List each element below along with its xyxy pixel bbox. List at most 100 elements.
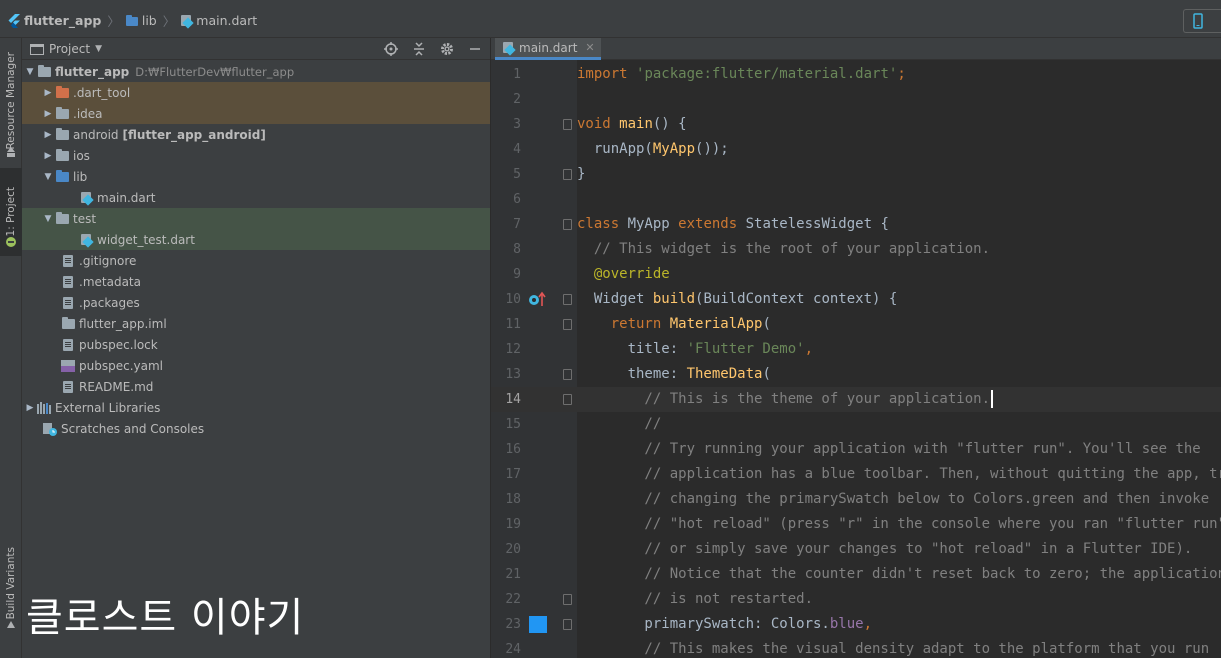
tree-item-gitignore[interactable]: .gitignore: [22, 250, 490, 271]
project-view-selector[interactable]: Project ▼: [30, 42, 102, 56]
code-text: // application has a blue toolbar. Then,…: [577, 462, 1221, 487]
module-file-icon: [60, 316, 76, 331]
tree-item-widget-test[interactable]: widget_test.dart: [22, 229, 490, 250]
tree-item-root[interactable]: ▼ flutter_app D:₩FlutterDev₩flutter_app: [22, 61, 490, 82]
code-text: //: [577, 412, 661, 437]
collapsed-arrow-icon[interactable]: ▶: [42, 109, 54, 119]
code-line[interactable]: 18 // changing the primarySwatch below t…: [491, 487, 1221, 512]
code-token: StatelessWidget {: [745, 216, 889, 232]
line-number: 13: [505, 367, 521, 382]
fold-marker-icon[interactable]: [563, 219, 572, 230]
tree-item-packages[interactable]: .packages: [22, 292, 490, 313]
project-toolbar: Project ▼: [22, 38, 490, 60]
fold-marker-icon[interactable]: [563, 169, 572, 180]
breadcrumb-file[interactable]: main.dart: [181, 13, 257, 29]
tree-item-iml[interactable]: flutter_app.iml: [22, 313, 490, 334]
code-line[interactable]: 15 //: [491, 412, 1221, 437]
code-token: build: [652, 291, 696, 307]
fold-marker-icon[interactable]: [563, 319, 572, 330]
tree-item-scratches[interactable]: Scratches and Consoles: [22, 418, 490, 439]
gear-icon[interactable]: [438, 40, 456, 58]
test-folder-icon: [54, 211, 70, 226]
fold-marker-icon[interactable]: [563, 394, 572, 405]
close-icon[interactable]: ✕: [585, 41, 594, 54]
code-line[interactable]: 7 class MyApp extends StatelessWidget {: [491, 212, 1221, 237]
override-marker-icon[interactable]: [528, 291, 548, 308]
code-line[interactable]: 6: [491, 187, 1221, 212]
code-area[interactable]: 1 import 'package:flutter/material.dart';…: [491, 62, 1221, 658]
tree-item-label: lib: [73, 169, 88, 184]
code-line[interactable]: 12 title: 'Flutter Demo',: [491, 337, 1221, 362]
code-line[interactable]: 2: [491, 87, 1221, 112]
code-line[interactable]: 22 // is not restarted.: [491, 587, 1221, 612]
project-panel: Project ▼ ▼ flutter_app D:₩FlutterDev₩fl…: [22, 38, 491, 658]
build-variants-tab[interactable]: Build Variants: [0, 538, 22, 628]
fold-marker-icon[interactable]: [563, 369, 572, 380]
code-line[interactable]: 17 // application has a blue toolbar. Th…: [491, 462, 1221, 487]
breadcrumb-project[interactable]: flutter_app: [8, 13, 101, 28]
code-line[interactable]: 3 void main() {: [491, 112, 1221, 137]
tree-item-external-libraries[interactable]: ▶ External Libraries: [22, 397, 490, 418]
resource-manager-icon: [0, 144, 22, 160]
tree-item-android[interactable]: ▶ android [flutter_app_android]: [22, 124, 490, 145]
code-line[interactable]: 21 // Notice that the counter didn't res…: [491, 562, 1221, 587]
text-file-icon: [60, 275, 76, 289]
code-line[interactable]: 9 @override: [491, 262, 1221, 287]
collapse-all-icon[interactable]: [410, 40, 428, 58]
tree-item-main-dart[interactable]: main.dart: [22, 187, 490, 208]
code-line[interactable]: 20 // or simply save your changes to "ho…: [491, 537, 1221, 562]
code-line[interactable]: 13 theme: ThemeData(: [491, 362, 1221, 387]
breadcrumb-folder-label: lib: [141, 13, 157, 28]
expanded-arrow-icon[interactable]: ▼: [42, 172, 54, 182]
expanded-arrow-icon[interactable]: ▼: [42, 214, 54, 224]
code-line[interactable]: 24 // This makes the visual density adap…: [491, 637, 1221, 658]
breadcrumb-folder[interactable]: lib: [125, 13, 157, 28]
code-line[interactable]: 5}: [491, 162, 1221, 187]
code-text: @override: [577, 262, 670, 287]
fold-marker-icon[interactable]: [563, 119, 572, 130]
breadcrumb-project-label: flutter_app: [24, 13, 102, 28]
tab-label: main.dart: [519, 40, 578, 55]
color-swatch-icon[interactable]: [529, 616, 547, 633]
code-line[interactable]: 14 // This is the theme of your applicat…: [491, 387, 1221, 412]
line-number: 12: [505, 342, 521, 357]
tree-item-pubspec-yaml[interactable]: pubspec.yaml: [22, 355, 490, 376]
code-token: //: [577, 416, 662, 432]
locate-icon[interactable]: [382, 40, 400, 58]
code-line[interactable]: 1 import 'package:flutter/material.dart';: [491, 62, 1221, 87]
code-line[interactable]: 10 Widget build(BuildContext context) {: [491, 287, 1221, 312]
code-line[interactable]: 11 return MaterialApp(: [491, 312, 1221, 337]
code-token: import: [577, 66, 637, 82]
tree-item-pubspec-lock[interactable]: pubspec.lock: [22, 334, 490, 355]
collapsed-arrow-icon[interactable]: ▶: [24, 403, 36, 413]
code-token: theme:: [577, 366, 687, 382]
collapsed-arrow-icon[interactable]: ▶: [42, 130, 54, 140]
fold-marker-icon[interactable]: [563, 594, 572, 605]
tree-item-label: android: [73, 127, 119, 142]
collapsed-arrow-icon[interactable]: ▶: [42, 151, 54, 161]
device-selector-button[interactable]: [1183, 9, 1221, 33]
code-text: // "hot reload" (press "r" in the consol…: [577, 512, 1221, 537]
code-line[interactable]: 23 primarySwatch: Colors.blue,: [491, 612, 1221, 637]
expanded-arrow-icon[interactable]: ▼: [24, 67, 36, 77]
code-line[interactable]: 19 // "hot reload" (press "r" in the con…: [491, 512, 1221, 537]
minimize-icon[interactable]: [466, 40, 484, 58]
tree-item-test[interactable]: ▼ test: [22, 208, 490, 229]
tree-item-readme[interactable]: README.md: [22, 376, 490, 397]
tree-item-ios[interactable]: ▶ ios: [22, 145, 490, 166]
folder-icon: [54, 148, 70, 163]
fold-marker-icon[interactable]: [563, 619, 572, 630]
tree-item-idea[interactable]: ▶ .idea: [22, 103, 490, 124]
collapsed-arrow-icon[interactable]: ▶: [42, 88, 54, 98]
tree-item-lib[interactable]: ▼ lib: [22, 166, 490, 187]
dropdown-arrow-icon: ▼: [95, 43, 102, 54]
tree-item-metadata[interactable]: .metadata: [22, 271, 490, 292]
text-file-icon: [60, 296, 76, 310]
code-line[interactable]: 16 // Try running your application with …: [491, 437, 1221, 462]
tab-main-dart[interactable]: main.dart ✕: [495, 38, 601, 60]
code-token: class: [577, 216, 628, 232]
tree-item-dart-tool[interactable]: ▶ .dart_tool: [22, 82, 490, 103]
fold-marker-icon[interactable]: [563, 294, 572, 305]
code-line[interactable]: 8 // This widget is the root of your app…: [491, 237, 1221, 262]
code-line[interactable]: 4 runApp(MyApp());: [491, 137, 1221, 162]
